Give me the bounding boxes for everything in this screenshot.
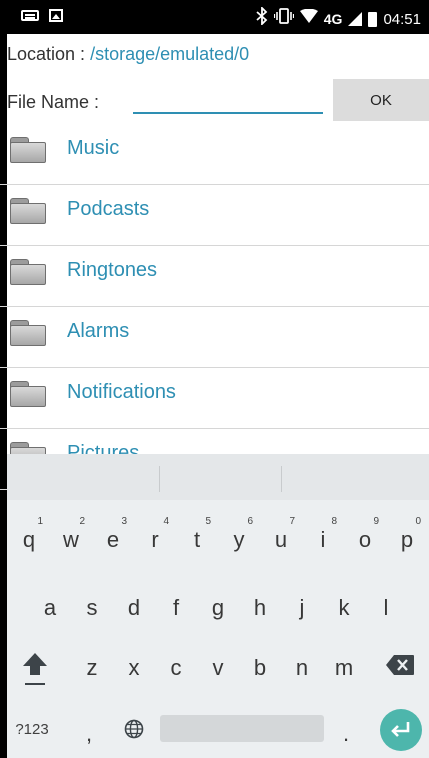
space-bar[interactable] [160, 715, 324, 742]
folder-icon [10, 137, 46, 163]
key-hint: 1 [37, 516, 43, 527]
vibrate-icon [273, 8, 294, 30]
screen: 4G 04:51 Location : /storage/emulated/0 … [0, 0, 429, 758]
enter-key[interactable] [380, 709, 422, 751]
key-t[interactable]: t5 [177, 514, 217, 566]
key-v[interactable]: v [198, 642, 238, 694]
key-u[interactable]: u7 [261, 514, 301, 566]
suggestion-strip [7, 454, 429, 500]
key-e[interactable]: e3 [93, 514, 133, 566]
period-key[interactable]: . [326, 708, 366, 758]
key-label: o [358, 527, 372, 552]
file-name-input[interactable] [133, 84, 323, 114]
ok-button[interactable]: OK [333, 79, 429, 121]
key-d[interactable]: d [114, 582, 154, 634]
key-b[interactable]: b [240, 642, 280, 694]
key-p[interactable]: p0 [387, 514, 427, 566]
key-i[interactable]: i8 [303, 514, 343, 566]
key-k[interactable]: k [324, 582, 364, 634]
network-type: 4G [323, 11, 343, 27]
suggestion-divider [281, 466, 282, 492]
key-label: q [22, 527, 36, 552]
folder-icon [10, 320, 46, 346]
key-hint: 9 [373, 516, 379, 527]
clock: 04:51 [383, 10, 421, 28]
folder-label: Alarms [67, 320, 130, 342]
key-label: u [274, 527, 288, 552]
folder-item[interactable]: Music [0, 124, 429, 185]
key-c[interactable]: c [156, 642, 196, 694]
key-m[interactable]: m [324, 642, 364, 694]
file-name-label: File Name : [7, 92, 100, 112]
globe-icon[interactable] [124, 719, 144, 744]
key-hint: 0 [415, 516, 421, 527]
location-path: /storage/emulated/0 [90, 44, 250, 64]
key-l[interactable]: l [366, 582, 406, 634]
key-j[interactable]: j [282, 582, 322, 634]
location-line: Location : /storage/emulated/0 [7, 44, 249, 65]
keyboard-icon [21, 10, 39, 21]
key-n[interactable]: n [282, 642, 322, 694]
key-s[interactable]: s [72, 582, 112, 634]
wifi-icon [299, 8, 318, 29]
signal-icon [348, 12, 363, 26]
folder-label: Notifications [67, 381, 176, 403]
folder-item[interactable]: Notifications [0, 368, 429, 429]
key-z[interactable]: z [72, 642, 112, 694]
key-q[interactable]: q1 [9, 514, 49, 566]
enter-icon [391, 722, 410, 737]
image-icon [49, 9, 63, 22]
key-x[interactable]: x [114, 642, 154, 694]
folder-item[interactable]: Ringtones [0, 246, 429, 307]
key-label: r [151, 527, 159, 552]
key-a[interactable]: a [30, 582, 70, 634]
soft-keyboard: ?123 , . q1w2e3r4t5y6u7i8o9p0asdfghjklzx… [7, 454, 429, 758]
key-label: i [320, 527, 326, 552]
key-g[interactable]: g [198, 582, 238, 634]
key-hint: 2 [79, 516, 85, 527]
key-hint: 6 [247, 516, 253, 527]
key-label: p [400, 527, 414, 552]
key-hint: 3 [121, 516, 127, 527]
folder-label: Podcasts [67, 198, 150, 220]
location-label: Location : [7, 44, 91, 64]
key-hint: 5 [205, 516, 211, 527]
key-hint: 7 [289, 516, 295, 527]
key-label: e [106, 527, 120, 552]
folder-icon [10, 381, 46, 407]
key-h[interactable]: h [240, 582, 280, 634]
key-o[interactable]: o9 [345, 514, 385, 566]
key-label: t [193, 527, 201, 552]
backspace-key[interactable] [385, 654, 415, 681]
key-hint: 8 [331, 516, 337, 527]
key-w[interactable]: w2 [51, 514, 91, 566]
folder-label: Ringtones [67, 259, 158, 281]
key-hint: 4 [163, 516, 169, 527]
symbols-key[interactable]: ?123 [7, 704, 57, 756]
key-f[interactable]: f [156, 582, 196, 634]
folder-item[interactable]: Podcasts [0, 185, 429, 246]
key-label: w [63, 527, 79, 552]
key-r[interactable]: r4 [135, 514, 175, 566]
folder-label: Music [67, 137, 120, 159]
folder-item[interactable]: Alarms [0, 307, 429, 368]
suggestion-divider [159, 466, 160, 492]
folder-icon [10, 259, 46, 285]
key-label: y [233, 527, 245, 552]
bluetooth-icon [256, 5, 268, 31]
folder-list: Music Podcasts Ringtones Alarms Notification… [0, 124, 429, 490]
status-bar: 4G 04:51 [7, 0, 429, 34]
key-y[interactable]: y6 [219, 514, 259, 566]
folder-icon [10, 198, 46, 224]
comma-key[interactable]: , [69, 708, 109, 758]
shift-key[interactable] [21, 651, 49, 692]
battery-icon [368, 11, 378, 27]
